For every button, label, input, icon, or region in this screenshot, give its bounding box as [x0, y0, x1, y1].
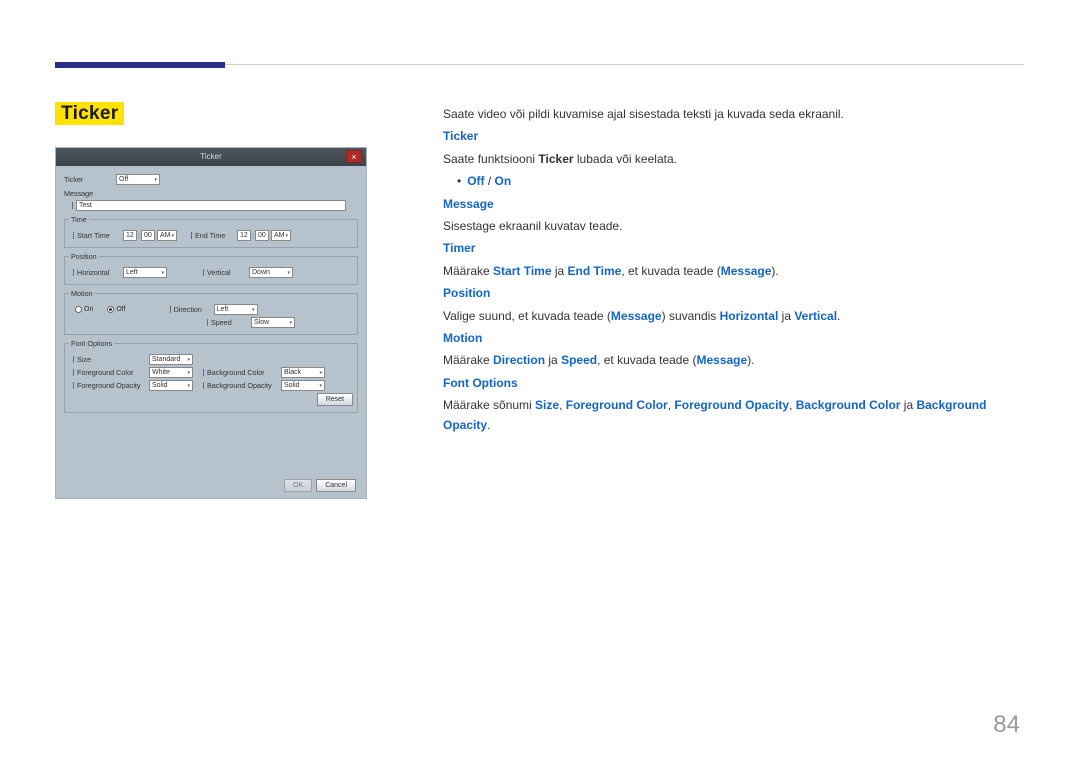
end-time-label: End Time	[195, 231, 237, 240]
divider-icon	[170, 306, 171, 313]
fgopacity-label: Foreground Opacity	[77, 381, 149, 390]
position-legend: Position	[69, 252, 99, 261]
dialog-titlebar: Ticker ×	[56, 148, 366, 166]
ticker-text: Saate funktsiooni Ticker lubada või keel…	[443, 149, 1025, 169]
page-number: 84	[993, 711, 1020, 739]
message-heading: Message	[443, 194, 1025, 214]
bgopacity-label: Background Opacity	[207, 381, 281, 390]
motion-heading: Motion	[443, 328, 1025, 348]
chevron-down-icon: ▾	[171, 233, 174, 239]
chevron-down-icon: ▾	[161, 270, 164, 276]
font-options-heading: Font Options	[443, 373, 1025, 393]
divider-icon	[73, 382, 74, 389]
chevron-down-icon: ▾	[252, 307, 255, 313]
motion-legend: Motion	[69, 289, 95, 298]
position-text: Valige suund, et kuvada teade (Message) …	[443, 306, 1025, 326]
time-group: Time Start Time 12 : 00 AM▾ End Time 12 …	[64, 215, 358, 248]
divider-icon	[73, 232, 74, 239]
intro-text: Saate video või pildi kuvamise ajal sise…	[443, 104, 1025, 124]
position-heading: Position	[443, 283, 1025, 303]
chevron-down-icon: ▾	[319, 383, 322, 389]
chevron-down-icon: ▾	[187, 370, 190, 376]
chevron-down-icon: ▾	[287, 270, 290, 276]
divider-icon	[73, 369, 74, 376]
chevron-down-icon: ▾	[285, 233, 288, 239]
font-options-text: Määrake sõnumi Size, Foreground Color, F…	[443, 395, 1025, 436]
end-min-stepper[interactable]: 00	[255, 230, 269, 241]
timer-text: Määrake Start Time ja End Time, et kuvad…	[443, 261, 1025, 281]
font-options-group: Font Options Size Standard▾ Foreground C…	[64, 339, 358, 413]
time-legend: Time	[69, 215, 89, 224]
message-label: Message	[64, 189, 116, 198]
end-ampm-select[interactable]: AM▾	[271, 230, 291, 241]
horizontal-select[interactable]: Left▾	[123, 267, 167, 278]
speed-select[interactable]: Slow▾	[251, 317, 295, 328]
vertical-select[interactable]: Down▾	[249, 267, 293, 278]
message-input[interactable]: Test	[76, 200, 346, 211]
close-icon[interactable]: ×	[346, 150, 362, 163]
timer-heading: Timer	[443, 238, 1025, 258]
direction-select[interactable]: Left▾	[214, 304, 258, 315]
ticker-label: Ticker	[64, 175, 116, 184]
radio-icon	[107, 306, 114, 313]
cancel-button[interactable]: Cancel	[316, 479, 356, 492]
ticker-dialog: Ticker × Ticker Off▾ Message Test	[55, 147, 367, 499]
radio-icon	[75, 306, 82, 313]
size-select[interactable]: Standard▾	[149, 354, 193, 365]
start-min-stepper[interactable]: 00	[141, 230, 155, 241]
start-hour-stepper[interactable]: 12	[123, 230, 137, 241]
motion-on-radio[interactable]: On	[75, 306, 93, 313]
divider-icon	[73, 356, 74, 363]
divider-icon	[203, 369, 204, 376]
divider-icon	[72, 202, 73, 209]
divider-icon	[203, 269, 204, 276]
motion-text: Määrake Direction ja Speed, et kuvada te…	[443, 350, 1025, 370]
divider-icon	[207, 319, 208, 326]
chevron-down-icon: ▾	[319, 370, 322, 376]
start-time-label: Start Time	[77, 231, 123, 240]
motion-group: Motion On Off Direction Left▾ S	[64, 289, 358, 335]
bgopacity-select[interactable]: Solid▾	[281, 380, 325, 391]
horizontal-label: Horizontal	[77, 268, 123, 277]
dialog-title: Ticker	[200, 152, 221, 161]
ticker-select[interactable]: Off▾	[116, 174, 160, 185]
ticker-heading: Ticker	[443, 126, 1025, 146]
section-title: Ticker	[55, 103, 425, 125]
chevron-down-icon: ▾	[187, 383, 190, 389]
divider-icon	[73, 269, 74, 276]
chevron-down-icon: ▾	[289, 320, 292, 326]
motion-off-radio[interactable]: Off	[107, 306, 125, 313]
position-group: Position Horizontal Left▾ Vertical Down▾	[64, 252, 358, 285]
size-label: Size	[77, 355, 149, 364]
fgcolor-select[interactable]: White▾	[149, 367, 193, 378]
fgopacity-select[interactable]: Solid▾	[149, 380, 193, 391]
chevron-down-icon: ▾	[187, 357, 190, 363]
direction-label: Direction	[174, 305, 214, 314]
fgcolor-label: Foreground Color	[77, 368, 149, 377]
reset-button[interactable]: Reset	[317, 393, 353, 406]
header-accent	[55, 62, 225, 68]
divider-icon	[191, 232, 192, 239]
bgcolor-label: Background Color	[207, 368, 281, 377]
bgcolor-select[interactable]: Black▾	[281, 367, 325, 378]
message-text: Sisestage ekraanil kuvatav teade.	[443, 216, 1025, 236]
end-hour-stepper[interactable]: 12	[237, 230, 251, 241]
ok-button[interactable]: OK	[284, 479, 312, 492]
chevron-down-icon: ▾	[154, 177, 157, 183]
off-on-bullet: Off / On	[457, 171, 1025, 191]
font-legend: Font Options	[69, 339, 114, 348]
speed-label: Speed	[211, 318, 251, 327]
vertical-label: Vertical	[207, 268, 249, 277]
start-ampm-select[interactable]: AM▾	[157, 230, 177, 241]
divider-icon	[203, 382, 204, 389]
